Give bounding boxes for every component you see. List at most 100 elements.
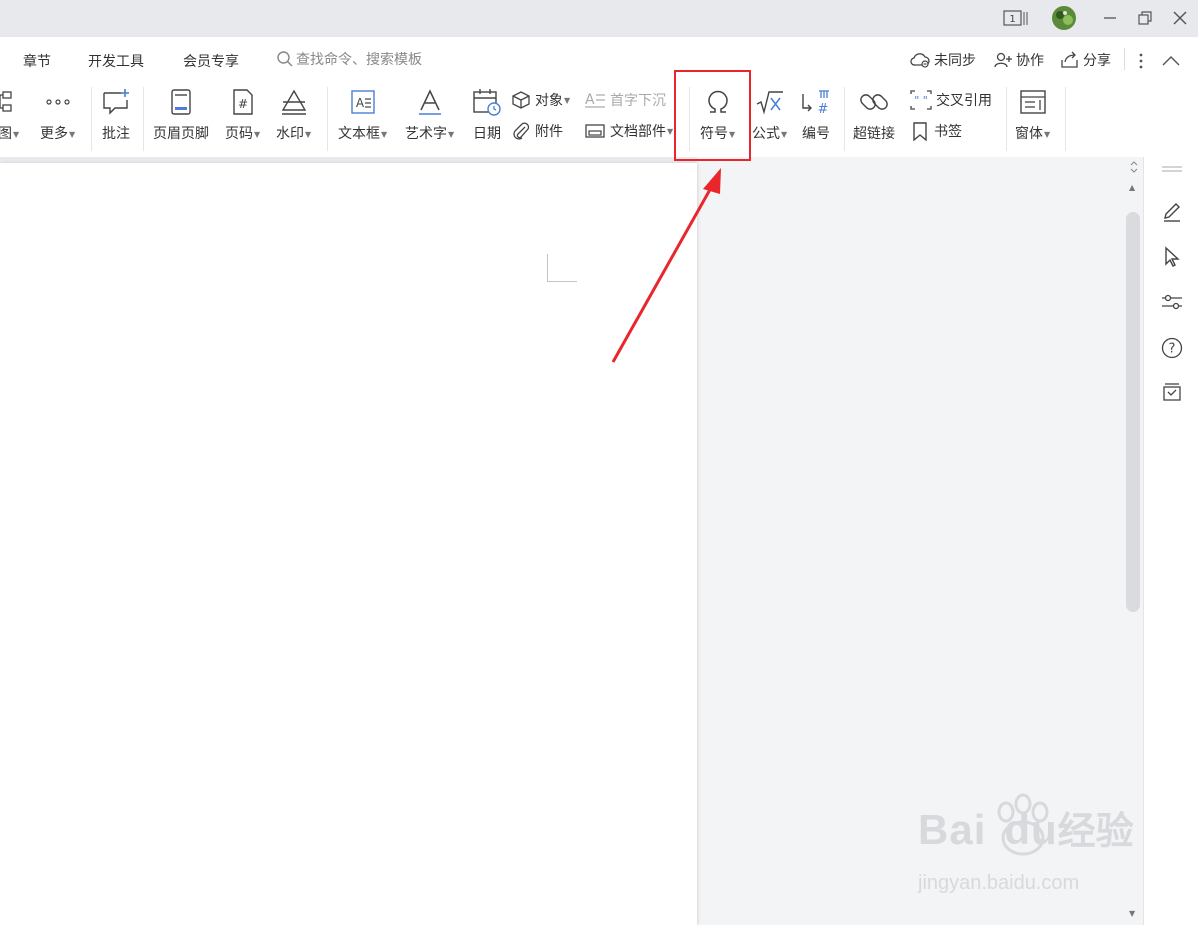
scroll-split-icon[interactable] bbox=[1129, 161, 1139, 175]
cloud-icon bbox=[910, 53, 930, 68]
header-footer-label: 页眉页脚 bbox=[153, 126, 209, 142]
textbox-button[interactable]: A 文本框▼ bbox=[338, 87, 387, 143]
collab-button[interactable]: 协作 bbox=[993, 50, 1044, 70]
scroll-down-icon[interactable]: ▼ bbox=[1129, 909, 1135, 918]
comment-label: 批注 bbox=[102, 126, 130, 142]
formula-label: 公式 bbox=[752, 126, 780, 142]
svg-text:A: A bbox=[585, 92, 595, 108]
share-label: 分享 bbox=[1083, 53, 1111, 69]
comment-button[interactable]: 批注 bbox=[101, 87, 131, 143]
annotation-highlight-box bbox=[674, 70, 751, 161]
doc-parts-icon bbox=[585, 124, 605, 138]
ribbon-separator bbox=[1065, 87, 1066, 151]
more-vertical-icon[interactable] bbox=[1134, 51, 1148, 71]
form-window-button[interactable]: 窗体▼ bbox=[1015, 87, 1050, 143]
mindmap-button[interactable]: 导图▼ bbox=[0, 87, 19, 143]
watermark-label: 水印 bbox=[276, 126, 304, 142]
select-pointer-icon[interactable] bbox=[1160, 245, 1184, 269]
svg-text:#: # bbox=[238, 97, 248, 111]
hyperlink-button[interactable]: 超链接 bbox=[853, 87, 895, 143]
user-plus-icon bbox=[994, 52, 1012, 68]
link-icon bbox=[859, 87, 889, 117]
date-button[interactable]: 日期 bbox=[472, 87, 502, 143]
ribbon-separator bbox=[143, 87, 144, 151]
date-label: 日期 bbox=[473, 126, 501, 142]
formula-button[interactable]: 公式▼ bbox=[752, 87, 787, 143]
collab-label: 协作 bbox=[1016, 53, 1044, 69]
menu-bar: 章节 开发工具 会员专享 查找命令、搜索模板 未同步 协作 分享 bbox=[0, 37, 1198, 81]
dropcap-button: A 首字下沉 bbox=[584, 90, 666, 110]
svg-text:?: ? bbox=[1169, 342, 1176, 357]
page-number-icon: # bbox=[228, 87, 258, 117]
collapse-ribbon-icon[interactable] bbox=[1160, 51, 1182, 71]
cross-ref-button[interactable]: " " 交叉引用 bbox=[910, 90, 992, 110]
doc-parts-label: 文档部件 bbox=[610, 124, 666, 140]
scroll-up-icon[interactable]: ▲ bbox=[1129, 183, 1135, 192]
panel-handle-icon[interactable] bbox=[1160, 163, 1184, 175]
tab-dev-tools[interactable]: 开发工具 bbox=[88, 51, 144, 71]
search-box[interactable]: 查找命令、搜索模板 bbox=[276, 49, 422, 69]
page-number-button[interactable]: # 页码▼ bbox=[225, 87, 260, 143]
dropcap-icon: A bbox=[585, 92, 605, 108]
adjust-sliders-icon[interactable] bbox=[1160, 290, 1184, 314]
doc-parts-button[interactable]: 文档部件 ▼ bbox=[584, 121, 673, 141]
page-number-label: 页码 bbox=[225, 126, 253, 142]
search-placeholder: 查找命令、搜索模板 bbox=[296, 52, 422, 68]
attachment-button[interactable]: 附件 bbox=[511, 121, 563, 141]
scroll-thumb[interactable] bbox=[1126, 212, 1140, 612]
right-tool-panel: ? bbox=[1143, 157, 1198, 925]
margin-corner-mark bbox=[547, 254, 577, 282]
divider bbox=[1124, 48, 1125, 70]
watermark-cn: 经验 bbox=[1057, 809, 1134, 853]
svg-text:1: 1 bbox=[1009, 14, 1015, 25]
help-icon[interactable]: ? bbox=[1160, 336, 1184, 360]
minimize-icon[interactable] bbox=[1100, 8, 1120, 28]
numbering-label: 编号 bbox=[802, 126, 830, 142]
header-footer-icon bbox=[166, 87, 196, 117]
archive-box-icon[interactable] bbox=[1160, 380, 1184, 404]
avatar[interactable] bbox=[1050, 5, 1078, 31]
object-button[interactable]: 对象 ▼ bbox=[511, 90, 570, 110]
form-window-label: 窗体 bbox=[1015, 126, 1043, 142]
restore-icon[interactable] bbox=[1135, 8, 1155, 28]
title-bar: 1 bbox=[0, 0, 1198, 37]
object-icon bbox=[512, 91, 530, 109]
mindmap-icon bbox=[0, 87, 17, 117]
share-button[interactable]: 分享 bbox=[1060, 50, 1111, 70]
watermark-icon bbox=[279, 87, 309, 117]
numbering-icon: # bbox=[801, 87, 831, 117]
bookmark-button[interactable]: 书签 bbox=[910, 121, 962, 141]
wordart-button[interactable]: 艺术字▼ bbox=[405, 87, 454, 143]
svg-text:" ": " " bbox=[914, 94, 928, 107]
attachment-label: 附件 bbox=[535, 124, 563, 140]
svg-text:#: # bbox=[818, 102, 829, 116]
share-icon bbox=[1061, 51, 1078, 68]
cross-ref-label: 交叉引用 bbox=[936, 93, 992, 109]
page-view-icon[interactable]: 1 bbox=[1002, 8, 1030, 28]
cross-ref-icon: " " bbox=[910, 90, 932, 110]
sync-button[interactable]: 未同步 bbox=[909, 50, 976, 70]
watermark-url: jingyan.baidu.com bbox=[918, 872, 1080, 894]
calendar-icon bbox=[472, 87, 502, 117]
textbox-label: 文本框 bbox=[338, 126, 380, 142]
numbering-button[interactable]: # 编号 bbox=[801, 87, 831, 143]
form-icon bbox=[1018, 87, 1048, 117]
more-icon bbox=[43, 87, 73, 117]
baidu-watermark: Bai du经验 bbox=[918, 793, 1134, 856]
document-page[interactable] bbox=[0, 163, 697, 925]
more-button[interactable]: 更多▼ bbox=[40, 87, 75, 143]
tab-chapter[interactable]: 章节 bbox=[23, 51, 51, 71]
wordart-icon bbox=[415, 87, 445, 117]
pen-edit-icon[interactable] bbox=[1160, 200, 1184, 224]
sync-label: 未同步 bbox=[934, 53, 976, 69]
ribbon-separator bbox=[1006, 87, 1007, 151]
paw-logo-icon bbox=[997, 793, 1049, 856]
mindmap-label: 导图 bbox=[0, 126, 12, 142]
header-footer-button[interactable]: 页眉页脚 bbox=[153, 87, 209, 143]
watermark-button[interactable]: 水印▼ bbox=[276, 87, 311, 143]
ribbon-separator bbox=[844, 87, 845, 151]
bookmark-icon bbox=[913, 122, 927, 141]
close-icon[interactable] bbox=[1170, 8, 1190, 28]
ribbon-separator bbox=[91, 87, 92, 151]
tab-member[interactable]: 会员专享 bbox=[183, 51, 239, 71]
